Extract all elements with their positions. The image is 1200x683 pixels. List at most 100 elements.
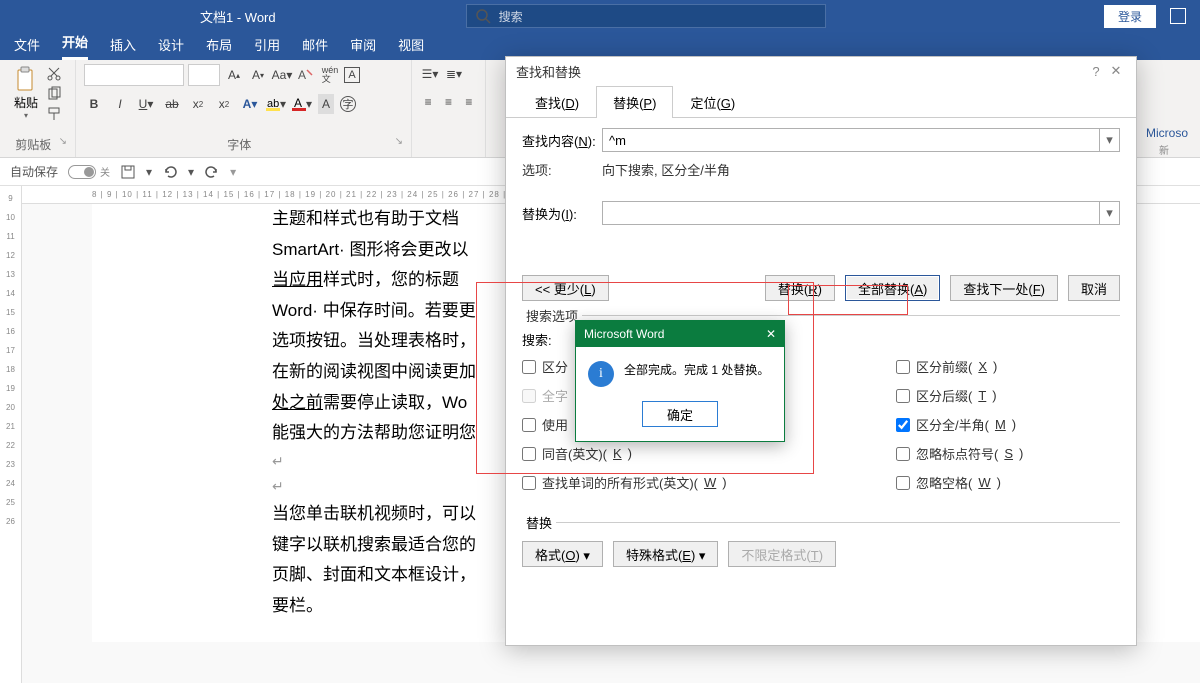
dtab-goto[interactable]: 定位(G) (673, 86, 752, 118)
ribbon-display-icon[interactable] (1170, 8, 1186, 24)
chk-space[interactable]: 忽略空格(W) (896, 473, 1120, 492)
bold-icon[interactable]: B (84, 94, 104, 114)
shrink-font-icon[interactable]: A▾ (248, 65, 268, 85)
chk-prefix[interactable]: 区分前缀(X) (896, 357, 1120, 376)
replace-button[interactable]: 替换(R) (765, 275, 835, 301)
find-history-dropdown[interactable]: ▾ (1100, 128, 1120, 152)
special-button[interactable]: 特殊格式(E) ▾ (613, 541, 718, 567)
change-case-icon[interactable]: Aa▾ (272, 65, 292, 85)
align-left-icon[interactable]: ≡ (420, 92, 436, 112)
italic-icon[interactable]: I (110, 94, 130, 114)
font-size-combo[interactable] (188, 64, 220, 86)
group-font: A▴ A▾ Aa▾ A wén文 A B I U▾ ab x2 x2 A▾ ab… (76, 60, 412, 157)
format-button[interactable]: 格式(O) ▾ (522, 541, 603, 567)
font-launcher-icon[interactable]: ↘ (395, 136, 403, 147)
autosave-label: 自动保存 (10, 163, 58, 180)
phonetic-icon[interactable]: wén文 (320, 65, 340, 85)
dtab-find[interactable]: 查找(D) (518, 86, 596, 118)
tab-insert[interactable]: 插入 (110, 35, 136, 60)
search-box[interactable]: 搜索 (466, 4, 826, 28)
paste-button[interactable]: 粘贴 ▾ (8, 64, 44, 124)
style-name: Microso (1146, 126, 1188, 140)
dialog-tabs: 查找(D) 替换(P) 定位(G) (506, 85, 1136, 118)
redo-icon[interactable] (204, 164, 220, 180)
tab-design[interactable]: 设计 (158, 35, 184, 60)
document-title: 文档1 - Word (200, 7, 276, 26)
cut-icon[interactable] (46, 66, 62, 82)
chk-all-forms[interactable]: 查找单词的所有形式(英文)(W) (522, 473, 746, 492)
tab-mail[interactable]: 邮件 (302, 35, 328, 60)
msgbox-text: 全部完成。完成 1 处替换。 (624, 361, 769, 378)
group-styles: Microso新 (1146, 60, 1200, 157)
find-label: 查找内容(N): (522, 131, 602, 150)
search-options-legend: 搜索选项 (522, 306, 582, 325)
enclose-char-icon[interactable]: 字 (340, 96, 356, 112)
dialog-title: 查找和替换 (516, 62, 581, 81)
chk-sounds-like[interactable]: 同音(英文)(K) (522, 444, 746, 463)
info-icon: i (588, 361, 614, 387)
group-clipboard-label: 剪贴板 (15, 138, 51, 152)
replace-label: 替换为(I): (522, 204, 602, 223)
find-next-button[interactable]: 查找下一处(F) (950, 275, 1058, 301)
tab-layout[interactable]: 布局 (206, 35, 232, 60)
dialog-help-icon[interactable]: ? (1086, 64, 1106, 79)
search-placeholder: 搜索 (499, 8, 523, 25)
options-value: 向下搜索, 区分全/半角 (602, 163, 730, 178)
group-font-label: 字体 (227, 138, 251, 152)
group-paragraph: ☰▾ ≣▾ ≡ ≡ ≡ (412, 60, 486, 157)
align-right-icon[interactable]: ≡ (461, 92, 477, 112)
svg-text:A: A (298, 68, 306, 82)
cancel-button[interactable]: 取消 (1068, 275, 1120, 301)
title-bar: 文档1 - Word 搜索 登录 (0, 0, 1200, 32)
char-border-icon[interactable]: A (344, 67, 360, 83)
autosave-state: 关 (100, 164, 110, 179)
tab-references[interactable]: 引用 (254, 35, 280, 60)
chk-width[interactable]: 区分全/半角(M) (896, 415, 1120, 434)
svg-text:A: A (294, 96, 302, 110)
replace-all-button[interactable]: 全部替换(A) (845, 275, 940, 301)
find-input[interactable]: ^m (602, 128, 1100, 152)
tab-review[interactable]: 审阅 (350, 35, 376, 60)
undo-icon[interactable] (162, 164, 178, 180)
strike-icon[interactable]: ab (162, 94, 182, 114)
tab-view[interactable]: 视图 (398, 35, 424, 60)
font-color-icon[interactable]: A▾ (292, 94, 312, 114)
tab-file[interactable]: 文件 (14, 35, 40, 60)
superscript-icon[interactable]: x2 (214, 94, 234, 114)
less-button[interactable]: << 更少(L) (522, 275, 609, 301)
login-button[interactable]: 登录 (1104, 5, 1156, 28)
chk-punct[interactable]: 忽略标点符号(S) (896, 444, 1120, 463)
clipboard-launcher-icon[interactable]: ↘ (59, 136, 67, 147)
vertical-ruler: 91011121314151617181920212223242526 (0, 186, 22, 683)
msgbox-title: Microsoft Word (584, 327, 664, 341)
subscript-icon[interactable]: x2 (188, 94, 208, 114)
char-shading-icon[interactable]: A (318, 94, 334, 114)
text-effects-icon[interactable]: A▾ (240, 94, 260, 114)
chk-suffix[interactable]: 区分后缀(T) (896, 386, 1120, 405)
search-icon (475, 8, 491, 24)
autosave-toggle[interactable] (68, 165, 96, 179)
replace-input[interactable] (602, 201, 1100, 225)
tab-home[interactable]: 开始 (62, 32, 88, 60)
highlight-icon[interactable]: ab▾ (266, 94, 286, 114)
underline-icon[interactable]: U▾ (136, 94, 156, 114)
numbering-icon[interactable]: ≣▾ (444, 64, 464, 84)
clear-format-icon[interactable]: A (296, 65, 316, 85)
format-painter-icon[interactable] (46, 106, 62, 122)
paste-label: 粘贴 (14, 94, 38, 111)
copy-icon[interactable] (46, 86, 62, 102)
search-direction-label: 搜索: (522, 330, 566, 349)
font-name-combo[interactable] (84, 64, 184, 86)
bullets-icon[interactable]: ☰▾ (420, 64, 440, 84)
options-label: 选项: (522, 160, 602, 179)
grow-font-icon[interactable]: A▴ (224, 65, 244, 85)
replace-history-dropdown[interactable]: ▾ (1100, 201, 1120, 225)
message-box: Microsoft Word ✕ i 全部完成。完成 1 处替换。 确定 (575, 320, 785, 442)
msgbox-close-icon[interactable]: ✕ (766, 327, 776, 341)
dialog-close-icon[interactable]: ✕ (1106, 63, 1126, 79)
dtab-replace[interactable]: 替换(P) (596, 86, 673, 118)
msgbox-ok-button[interactable]: 确定 (642, 401, 718, 427)
no-format-button: 不限定格式(T) (728, 541, 836, 567)
align-center-icon[interactable]: ≡ (440, 92, 456, 112)
save-icon[interactable] (120, 164, 136, 180)
